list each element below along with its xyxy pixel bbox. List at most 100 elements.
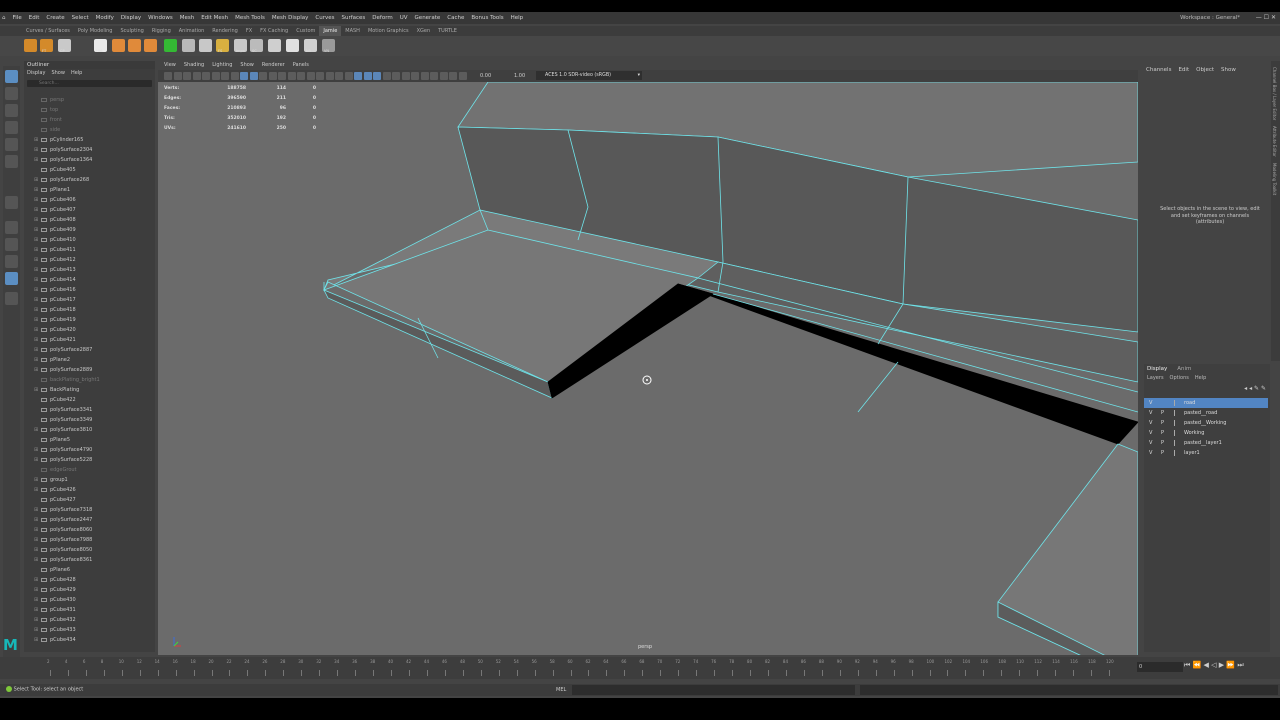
expand-icon[interactable]: ⊞ [34, 145, 38, 155]
shelf-tab-sculpting[interactable]: Sculpting [116, 26, 147, 36]
viewport-tool-13-icon[interactable] [278, 72, 286, 80]
outliner-item[interactable]: ⊞ pCube432 [24, 615, 147, 625]
shelf-tab-motion-graphics[interactable]: Motion Graphics [364, 26, 413, 36]
expand-icon[interactable]: ⊞ [34, 285, 38, 295]
outliner-item[interactable]: ⊞ pCube420 [24, 325, 147, 335]
viewport-menu-panels[interactable]: Panels [293, 62, 309, 68]
viewport-tool-10-icon[interactable] [249, 72, 258, 80]
expand-icon[interactable]: ⊞ [34, 255, 38, 265]
outliner-item[interactable]: ⊞ polySurface1364 [24, 155, 147, 165]
play-back-icon[interactable]: ◁ [1211, 661, 1216, 669]
close-icon[interactable]: ✕ [1271, 14, 1276, 21]
shelf-tab-turtle[interactable]: TURTLE [434, 26, 461, 36]
layer-color-swatch[interactable] [1174, 420, 1179, 426]
outliner-item[interactable]: ⊞ polySurface8060 [24, 525, 147, 535]
viewport-tool-17-icon[interactable] [316, 72, 324, 80]
menu-item-edit-mesh[interactable]: Edit Mesh [201, 12, 228, 24]
viewport-tool-8-icon[interactable] [230, 72, 239, 80]
viewport-tool-27-icon[interactable] [411, 72, 419, 80]
shelf-button-7-icon[interactable] [144, 39, 157, 52]
outliner-menu-help[interactable]: Help [71, 70, 82, 76]
maximize-icon[interactable]: ☐ [1264, 14, 1271, 21]
expand-icon[interactable]: ⊞ [34, 355, 38, 365]
viewport-menu-view[interactable]: View [164, 62, 176, 68]
select-tool-icon[interactable] [5, 70, 18, 83]
layer-row[interactable]: V Player1 [1144, 448, 1268, 458]
expand-icon[interactable]: ⊞ [34, 345, 38, 355]
outliner-item[interactable]: ⊞ pCube416 [24, 285, 147, 295]
outliner-item[interactable]: polySurface3341 [24, 405, 147, 415]
shelf-tab-mash[interactable]: MASH [341, 26, 364, 36]
layer-visibility-toggle[interactable]: V [1149, 408, 1152, 418]
outliner-item[interactable]: pPlane5 [24, 435, 147, 445]
expand-icon[interactable]: ⊞ [34, 485, 38, 495]
outliner-item[interactable]: side [24, 125, 147, 135]
viewport-tool-25-icon[interactable] [392, 72, 400, 80]
new-layer-selected-icon[interactable]: ✎ [1261, 385, 1266, 392]
step-back-icon[interactable]: ◀ [1204, 661, 1209, 669]
outliner-item[interactable]: ⊞ polySurface2447 [24, 515, 147, 525]
viewport-tool-26-icon[interactable] [401, 72, 410, 80]
layer-color-swatch[interactable] [1174, 450, 1179, 456]
viewport-tool-16-icon[interactable] [306, 72, 315, 80]
workspace-value[interactable]: General* [1216, 15, 1240, 21]
shelf-tab-jamie[interactable]: Jamie [319, 26, 342, 36]
outliner-item[interactable]: ⊞ pCube414 [24, 275, 147, 285]
expand-icon[interactable]: ⊞ [34, 535, 38, 545]
shelf-tab-custom[interactable]: Custom [292, 26, 319, 36]
outliner-item[interactable]: ⊞ BackPlating [24, 385, 147, 395]
outliner-item[interactable]: ⊞ pCube410 [24, 235, 147, 245]
menu-item-generate[interactable]: Generate [415, 12, 441, 24]
expand-icon[interactable]: ⊞ [34, 455, 38, 465]
menu-item-help[interactable]: Help [511, 12, 524, 24]
expand-icon[interactable]: ⊞ [34, 205, 38, 215]
viewport-tool-6-icon[interactable] [211, 72, 220, 80]
expand-icon[interactable]: ⊞ [34, 365, 38, 375]
move-tool-icon[interactable] [5, 121, 18, 134]
shelf-tab-rigging[interactable]: Rigging [148, 26, 175, 36]
outliner-item[interactable]: ⊞ polySurface268 [24, 175, 147, 185]
expand-icon[interactable]: ⊞ [34, 555, 38, 565]
menu-item-file[interactable]: File [13, 12, 22, 24]
outliner-item[interactable]: ⊞ pCube411 [24, 245, 147, 255]
side-tab-2[interactable]: Attribute Editor [1272, 126, 1277, 157]
outliner-search-input[interactable]: Search... [27, 80, 152, 87]
two-view-icon[interactable] [5, 255, 18, 268]
expand-icon[interactable]: ⊞ [34, 315, 38, 325]
outliner-item[interactable]: pCube422 [24, 395, 147, 405]
shelf-tab-fx-caching[interactable]: FX Caching [256, 26, 292, 36]
outliner-item[interactable]: ⊞ pCube421 [24, 335, 147, 345]
outliner-item[interactable]: pPlane6 [24, 565, 147, 575]
outliner-item[interactable]: ⊞ pCube408 [24, 215, 147, 225]
outliner-item[interactable]: ⊞ pCube430 [24, 595, 147, 605]
viewport-tool-2-icon[interactable] [173, 72, 182, 80]
viewport-tool-9-icon[interactable] [240, 72, 248, 80]
shelf-button-15-icon[interactable] [286, 39, 299, 52]
minimize-icon[interactable]: — [1256, 14, 1264, 21]
layer-playback-toggle[interactable]: P [1161, 438, 1164, 448]
outliner-item[interactable]: ⊞ group1 [24, 475, 147, 485]
outliner-item[interactable]: pCube427 [24, 495, 147, 505]
search-icon[interactable] [5, 292, 18, 305]
expand-icon[interactable]: ⊞ [34, 335, 38, 345]
outliner-item[interactable]: ⊞ pCube412 [24, 255, 147, 265]
layer-row[interactable]: Vroad [1144, 398, 1268, 408]
shelf-button-10-icon[interactable] [199, 39, 212, 52]
layer-row[interactable]: V Ppasted__Working [1144, 418, 1268, 428]
outliner-item[interactable]: persp [24, 95, 147, 105]
outliner-item[interactable]: ⊞ pCube431 [24, 605, 147, 615]
expand-icon[interactable]: ⊞ [34, 295, 38, 305]
menu-item-edit[interactable]: Edit [29, 12, 40, 24]
expand-icon[interactable]: ⊞ [34, 545, 38, 555]
outliner-item[interactable]: ⊞ pCube407 [24, 205, 147, 215]
layer-menu-layers[interactable]: Layers [1147, 375, 1164, 381]
channel-menu-channels[interactable]: Channels [1146, 67, 1171, 73]
outliner-item[interactable]: ⊞ pCube428 [24, 575, 147, 585]
layer-menu-options[interactable]: Options [1170, 375, 1189, 381]
layer-playback-toggle[interactable]: P [1161, 408, 1164, 418]
expand-icon[interactable]: ⊞ [34, 305, 38, 315]
expand-icon[interactable]: ⊞ [34, 605, 38, 615]
layer-visibility-toggle[interactable]: V [1149, 428, 1152, 438]
outliner-item[interactable]: ⊞ polySurface8050 [24, 545, 147, 555]
shelf-tab-fx[interactable]: FX [242, 26, 256, 36]
